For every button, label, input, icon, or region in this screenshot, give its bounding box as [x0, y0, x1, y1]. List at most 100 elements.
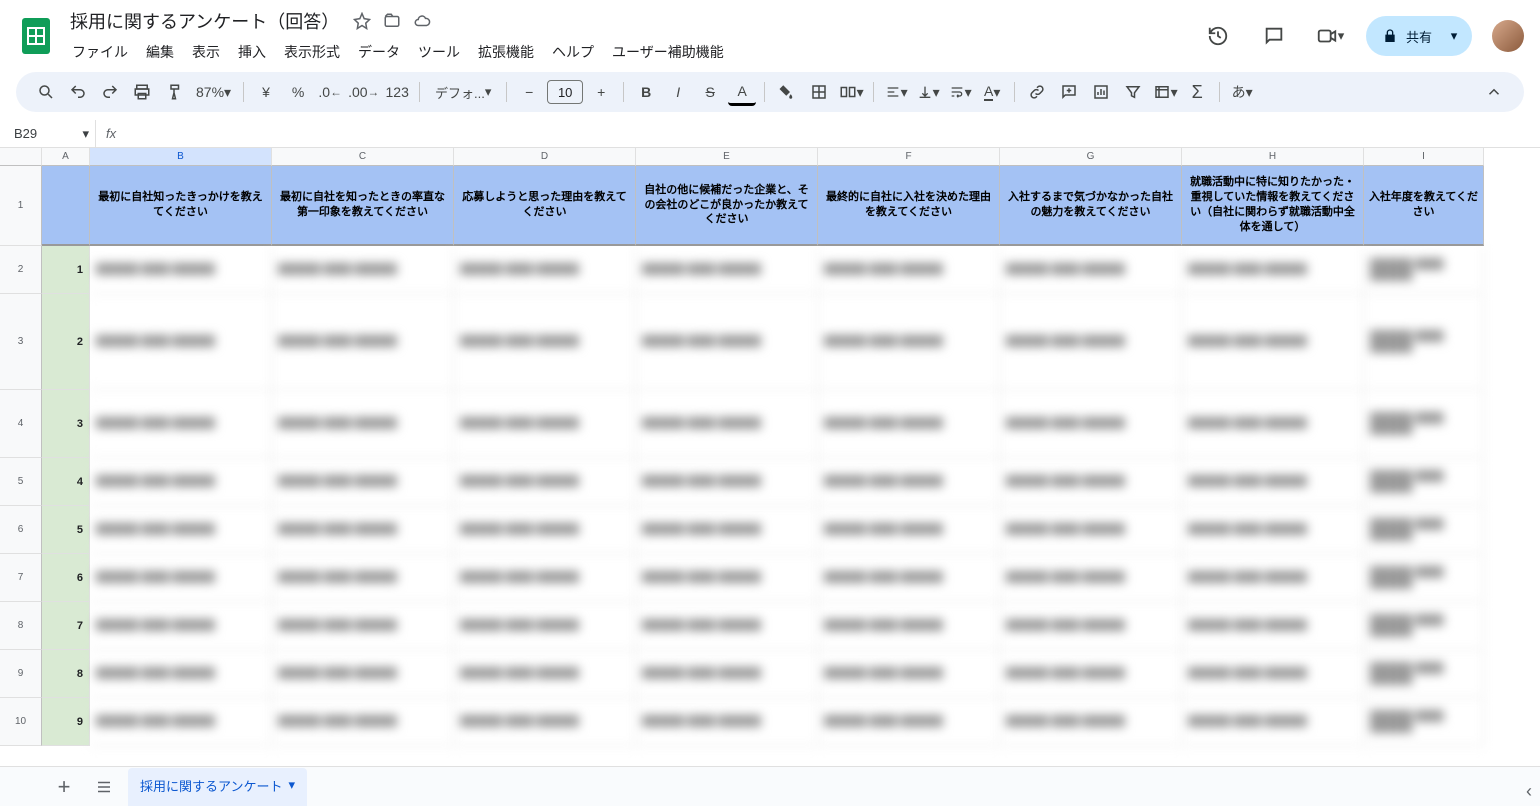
- row-id-cell: 3: [42, 390, 90, 458]
- currency-icon[interactable]: ¥: [252, 78, 280, 106]
- comments-icon[interactable]: [1254, 16, 1294, 56]
- row-header-8[interactable]: 8: [0, 602, 42, 650]
- insert-comment-icon[interactable]: [1055, 78, 1083, 106]
- cloud-status-icon[interactable]: [413, 12, 431, 30]
- data-cell: ██████ ████ ██████: [1364, 458, 1484, 506]
- sheet-tab-active[interactable]: 採用に関するアンケート ▾: [128, 768, 307, 806]
- col-header-A[interactable]: A: [42, 148, 90, 166]
- menu-表示形式[interactable]: 表示形式: [276, 38, 348, 66]
- data-cell: ██████ ████ ██████: [272, 506, 454, 554]
- data-cell: ██████ ████ ██████: [1000, 458, 1182, 506]
- font-size-input[interactable]: 10: [547, 80, 583, 104]
- filter-icon[interactable]: [1119, 78, 1147, 106]
- data-cell: ██████ ████ ██████: [1182, 390, 1364, 458]
- functions-icon[interactable]: Σ: [1183, 78, 1211, 106]
- data-cell: ██████ ████ ██████: [1000, 294, 1182, 390]
- row-id-cell: 4: [42, 458, 90, 506]
- col-header-B[interactable]: B: [90, 148, 272, 166]
- undo-icon[interactable]: [64, 78, 92, 106]
- merge-cells-icon[interactable]: ▾: [837, 78, 865, 106]
- data-cell: ██████ ████ ██████: [636, 294, 818, 390]
- data-cell: ██████ ████ ██████: [818, 390, 1000, 458]
- fill-color-icon[interactable]: [773, 78, 801, 106]
- menu-挿入[interactable]: 挿入: [230, 38, 274, 66]
- row-header-4[interactable]: 4: [0, 390, 42, 458]
- link-icon[interactable]: [1023, 78, 1051, 106]
- explore-icon[interactable]: ‹: [1526, 781, 1532, 802]
- font-select[interactable]: デフォ... ▾: [428, 78, 498, 106]
- menu-表示[interactable]: 表示: [184, 38, 228, 66]
- select-all-corner[interactable]: [0, 148, 42, 166]
- menu-データ[interactable]: データ: [350, 38, 408, 66]
- italic-icon[interactable]: I: [664, 78, 692, 106]
- col-header-D[interactable]: D: [454, 148, 636, 166]
- borders-icon[interactable]: [805, 78, 833, 106]
- add-sheet-icon[interactable]: +: [48, 771, 80, 803]
- row-header-10[interactable]: 10: [0, 698, 42, 746]
- data-cell: ██████ ████ ██████: [272, 294, 454, 390]
- col-header-F[interactable]: F: [818, 148, 1000, 166]
- collapse-toolbar-icon[interactable]: [1480, 78, 1508, 106]
- zoom-select[interactable]: 87% ▾: [192, 78, 235, 106]
- text-color-icon[interactable]: A: [728, 78, 756, 106]
- bold-icon[interactable]: B: [632, 78, 660, 106]
- sheet-grid[interactable]: ABCDEFGHI1最初に自社知ったきっかけを教えてください最初に自社を知ったと…: [0, 148, 1540, 766]
- chevron-down-icon[interactable]: ▾: [288, 777, 295, 793]
- strikethrough-icon[interactable]: S: [696, 78, 724, 106]
- menu-ヘルプ[interactable]: ヘルプ: [544, 38, 602, 66]
- share-button[interactable]: 共有 ▾: [1366, 16, 1472, 56]
- history-icon[interactable]: [1198, 16, 1238, 56]
- col-header-H[interactable]: H: [1182, 148, 1364, 166]
- row-header-3[interactable]: 3: [0, 294, 42, 390]
- data-cell: ██████ ████ ██████: [1182, 698, 1364, 746]
- row-header-7[interactable]: 7: [0, 554, 42, 602]
- row-header-5[interactable]: 5: [0, 458, 42, 506]
- paint-format-icon[interactable]: [160, 78, 188, 106]
- menu-拡張機能[interactable]: 拡張機能: [470, 38, 542, 66]
- wrap-icon[interactable]: ▾: [946, 78, 974, 106]
- menu-ユーザー補助機能[interactable]: ユーザー補助機能: [604, 38, 732, 66]
- col-header-E[interactable]: E: [636, 148, 818, 166]
- col-header-I[interactable]: I: [1364, 148, 1484, 166]
- redo-icon[interactable]: [96, 78, 124, 106]
- all-sheets-icon[interactable]: [88, 771, 120, 803]
- doc-title[interactable]: 採用に関するアンケート（回答）: [64, 6, 345, 36]
- decrease-decimal-icon[interactable]: .0←: [316, 78, 344, 106]
- percent-icon[interactable]: %: [284, 78, 312, 106]
- more-formats-icon[interactable]: 123: [383, 78, 411, 106]
- sheets-app-icon[interactable]: [16, 16, 56, 56]
- search-icon[interactable]: [32, 78, 60, 106]
- data-cell: ██████ ████ ██████: [272, 390, 454, 458]
- row-header-2[interactable]: 2: [0, 246, 42, 294]
- row-id-cell: 2: [42, 294, 90, 390]
- input-tools-icon[interactable]: あ ▾: [1228, 78, 1256, 106]
- data-cell: ██████ ████ ██████: [1364, 294, 1484, 390]
- data-cell: ██████ ████ ██████: [636, 458, 818, 506]
- print-icon[interactable]: [128, 78, 156, 106]
- table-header-E: 自社の他に候補だった企業と、その会社のどこが良かったか教えてください: [636, 166, 818, 246]
- row-header-1[interactable]: 1: [0, 166, 42, 246]
- menu-編集[interactable]: 編集: [138, 38, 182, 66]
- rotate-icon[interactable]: A▾: [978, 78, 1006, 106]
- menu-ファイル[interactable]: ファイル: [64, 38, 136, 66]
- v-align-icon[interactable]: ▾: [914, 78, 942, 106]
- move-icon[interactable]: [383, 12, 401, 30]
- increase-decimal-icon[interactable]: .00→: [348, 78, 379, 106]
- meet-icon[interactable]: ▾: [1310, 16, 1350, 56]
- row-header-6[interactable]: 6: [0, 506, 42, 554]
- formula-input[interactable]: [126, 120, 1540, 147]
- h-align-icon[interactable]: ▾: [882, 78, 910, 106]
- insert-chart-icon[interactable]: [1087, 78, 1115, 106]
- name-box[interactable]: B29▾: [8, 120, 96, 147]
- col-header-C[interactable]: C: [272, 148, 454, 166]
- col-header-G[interactable]: G: [1000, 148, 1182, 166]
- menu-ツール[interactable]: ツール: [410, 38, 468, 66]
- star-icon[interactable]: [353, 12, 371, 30]
- user-avatar[interactable]: [1492, 20, 1524, 52]
- filter-views-icon[interactable]: ▾: [1151, 78, 1179, 106]
- decrease-font-icon[interactable]: −: [515, 78, 543, 106]
- increase-font-icon[interactable]: +: [587, 78, 615, 106]
- data-cell: ██████ ████ ██████: [1182, 650, 1364, 698]
- row-header-9[interactable]: 9: [0, 650, 42, 698]
- share-caret-icon[interactable]: ▾: [1440, 22, 1468, 50]
